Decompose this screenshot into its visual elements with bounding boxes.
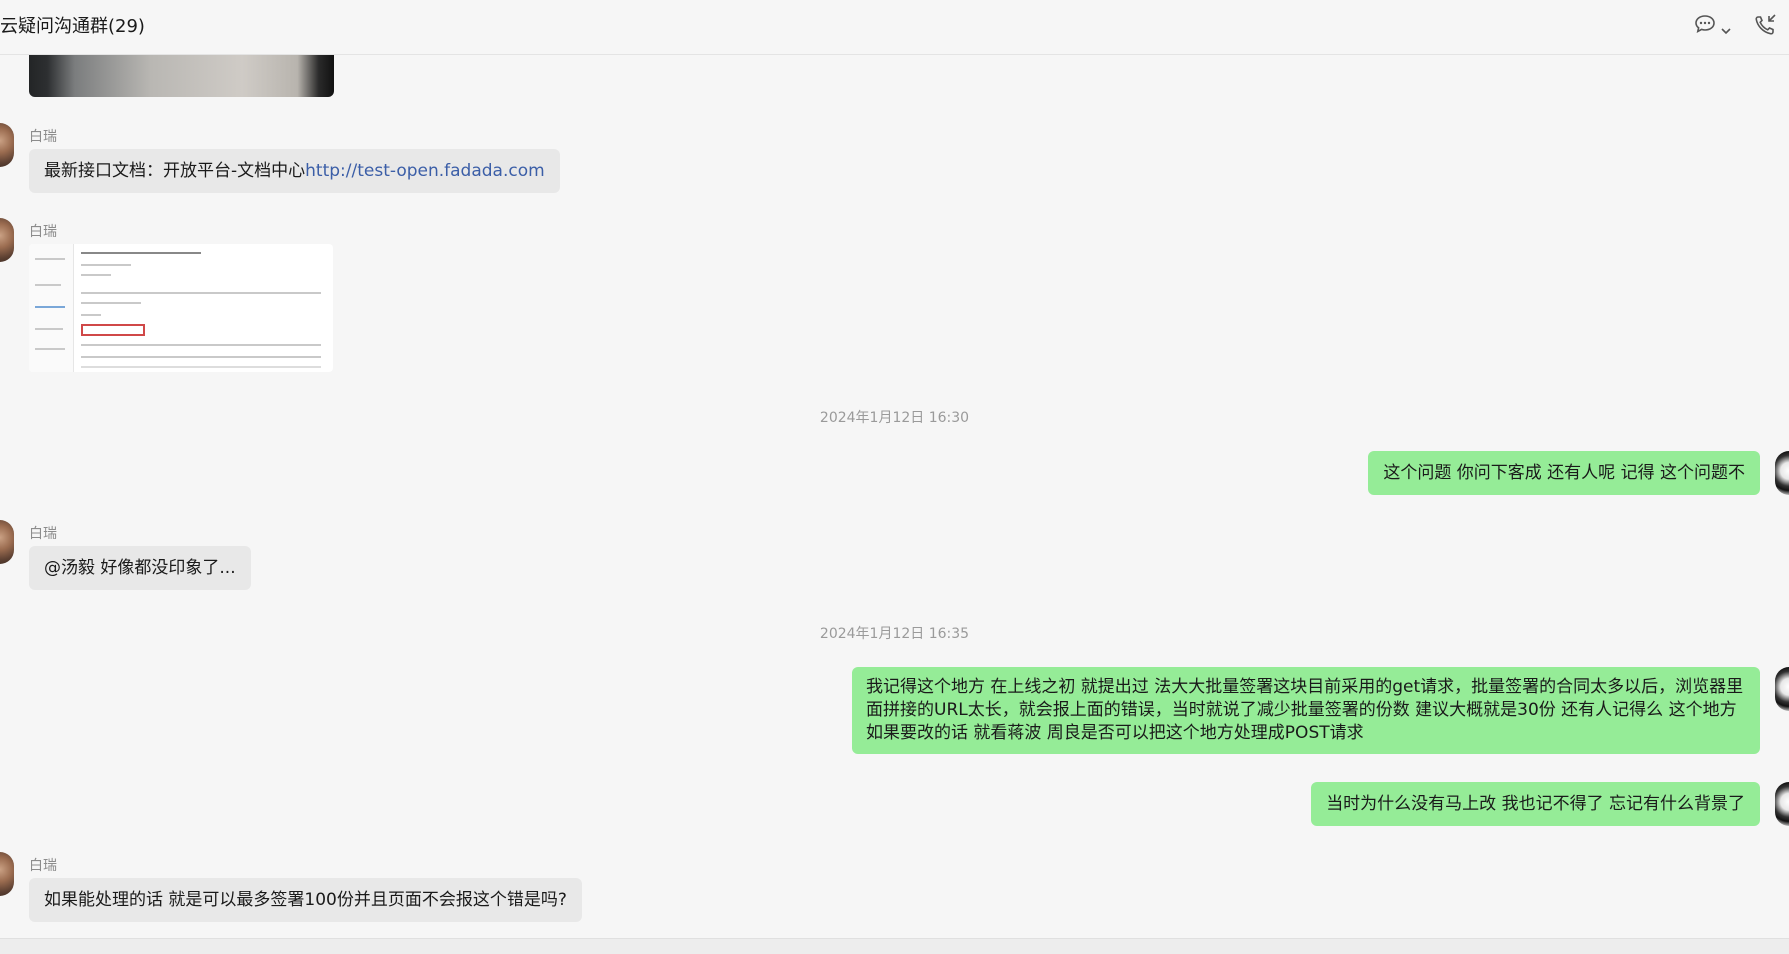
avatar[interactable] xyxy=(1775,451,1789,495)
message-bubble[interactable]: 当时为什么没有马上改 我也记不得了 忘记有什么背景了 xyxy=(1311,782,1760,826)
thumb-line xyxy=(81,302,141,304)
thumb-line xyxy=(81,264,131,266)
thumb-line xyxy=(81,314,101,316)
thumb-line xyxy=(35,258,65,260)
thumb-line xyxy=(81,274,111,276)
thumb-line xyxy=(81,356,321,358)
timestamp-divider: 2024年1月12日 16:35 xyxy=(819,626,970,642)
avatar[interactable] xyxy=(0,852,14,896)
member-count: (29) xyxy=(108,16,145,37)
message-bubble[interactable]: 如果能处理的话 就是可以最多签署100份并且页面不会报这个错是吗? xyxy=(29,878,582,922)
chevron-down-icon[interactable] xyxy=(1721,20,1731,39)
image-message[interactable] xyxy=(29,55,334,97)
chat-title[interactable]: 云疑问沟通群(29) xyxy=(0,12,145,38)
avatar[interactable] xyxy=(1775,782,1789,826)
avatar[interactable] xyxy=(0,218,14,262)
timestamp-divider: 2024年1月12日 16:30 xyxy=(819,410,970,426)
message-bubble[interactable]: 这个问题 你问下客成 还有人呢 记得 这个问题不 xyxy=(1368,451,1760,495)
message-text: @汤毅 好像都没印象了... xyxy=(44,558,236,578)
avatar[interactable] xyxy=(0,520,14,564)
screenshot-thumbnail[interactable] xyxy=(29,244,333,372)
message-link[interactable]: http://test-open.fadada.com xyxy=(305,161,545,181)
chat-bubble-icon[interactable] xyxy=(1694,14,1716,38)
message-text: 当时为什么没有马上改 我也记不得了 忘记有什么背景了 xyxy=(1326,794,1745,814)
sender-name: 白瑞 xyxy=(29,129,57,145)
thumb-line xyxy=(81,292,321,294)
group-name: 云疑问沟通群 xyxy=(0,16,108,37)
thumb-line xyxy=(35,348,65,350)
thumb-line xyxy=(35,306,65,308)
message-bubble[interactable]: 我记得这个地方 在上线之初 就提出过 法大大批量签署这块目前采用的get请求，批… xyxy=(852,667,1760,754)
thumb-line xyxy=(81,252,201,254)
message-bubble[interactable]: 最新接口文档：开放平台-文档中心http://test-open.fadada.… xyxy=(29,149,560,193)
sender-name: 白瑞 xyxy=(29,858,57,874)
avatar[interactable] xyxy=(0,123,14,167)
thumb-line xyxy=(81,344,321,346)
chat-header: 云疑问沟通群(29) xyxy=(0,0,1789,55)
sender-name: 白瑞 xyxy=(29,526,57,542)
thumb-line xyxy=(81,366,321,368)
thumb-highlight xyxy=(81,324,145,336)
message-bubble[interactable]: @汤毅 好像都没印象了... xyxy=(29,546,251,590)
avatar[interactable] xyxy=(1775,667,1789,711)
message-text: 如果能处理的话 就是可以最多签署100份并且页面不会报这个错是吗? xyxy=(44,890,567,910)
thumb-line xyxy=(35,284,61,286)
message-text: 我记得这个地方 在上线之初 就提出过 法大大批量签署这块目前采用的get请求，批… xyxy=(866,677,1744,743)
message-text: 最新接口文档：开放平台-文档中心 xyxy=(44,161,306,181)
sender-name: 白瑞 xyxy=(29,224,57,240)
thumb-line xyxy=(35,328,63,330)
phone-call-icon[interactable] xyxy=(1754,14,1778,40)
message-text: 这个问题 你问下客成 还有人呢 记得 这个问题不 xyxy=(1383,463,1745,483)
thumb-sidebar xyxy=(29,244,74,372)
input-area-edge[interactable] xyxy=(0,938,1789,954)
message-list[interactable]: 白瑞 最新接口文档：开放平台-文档中心http://test-open.fada… xyxy=(0,55,1789,938)
